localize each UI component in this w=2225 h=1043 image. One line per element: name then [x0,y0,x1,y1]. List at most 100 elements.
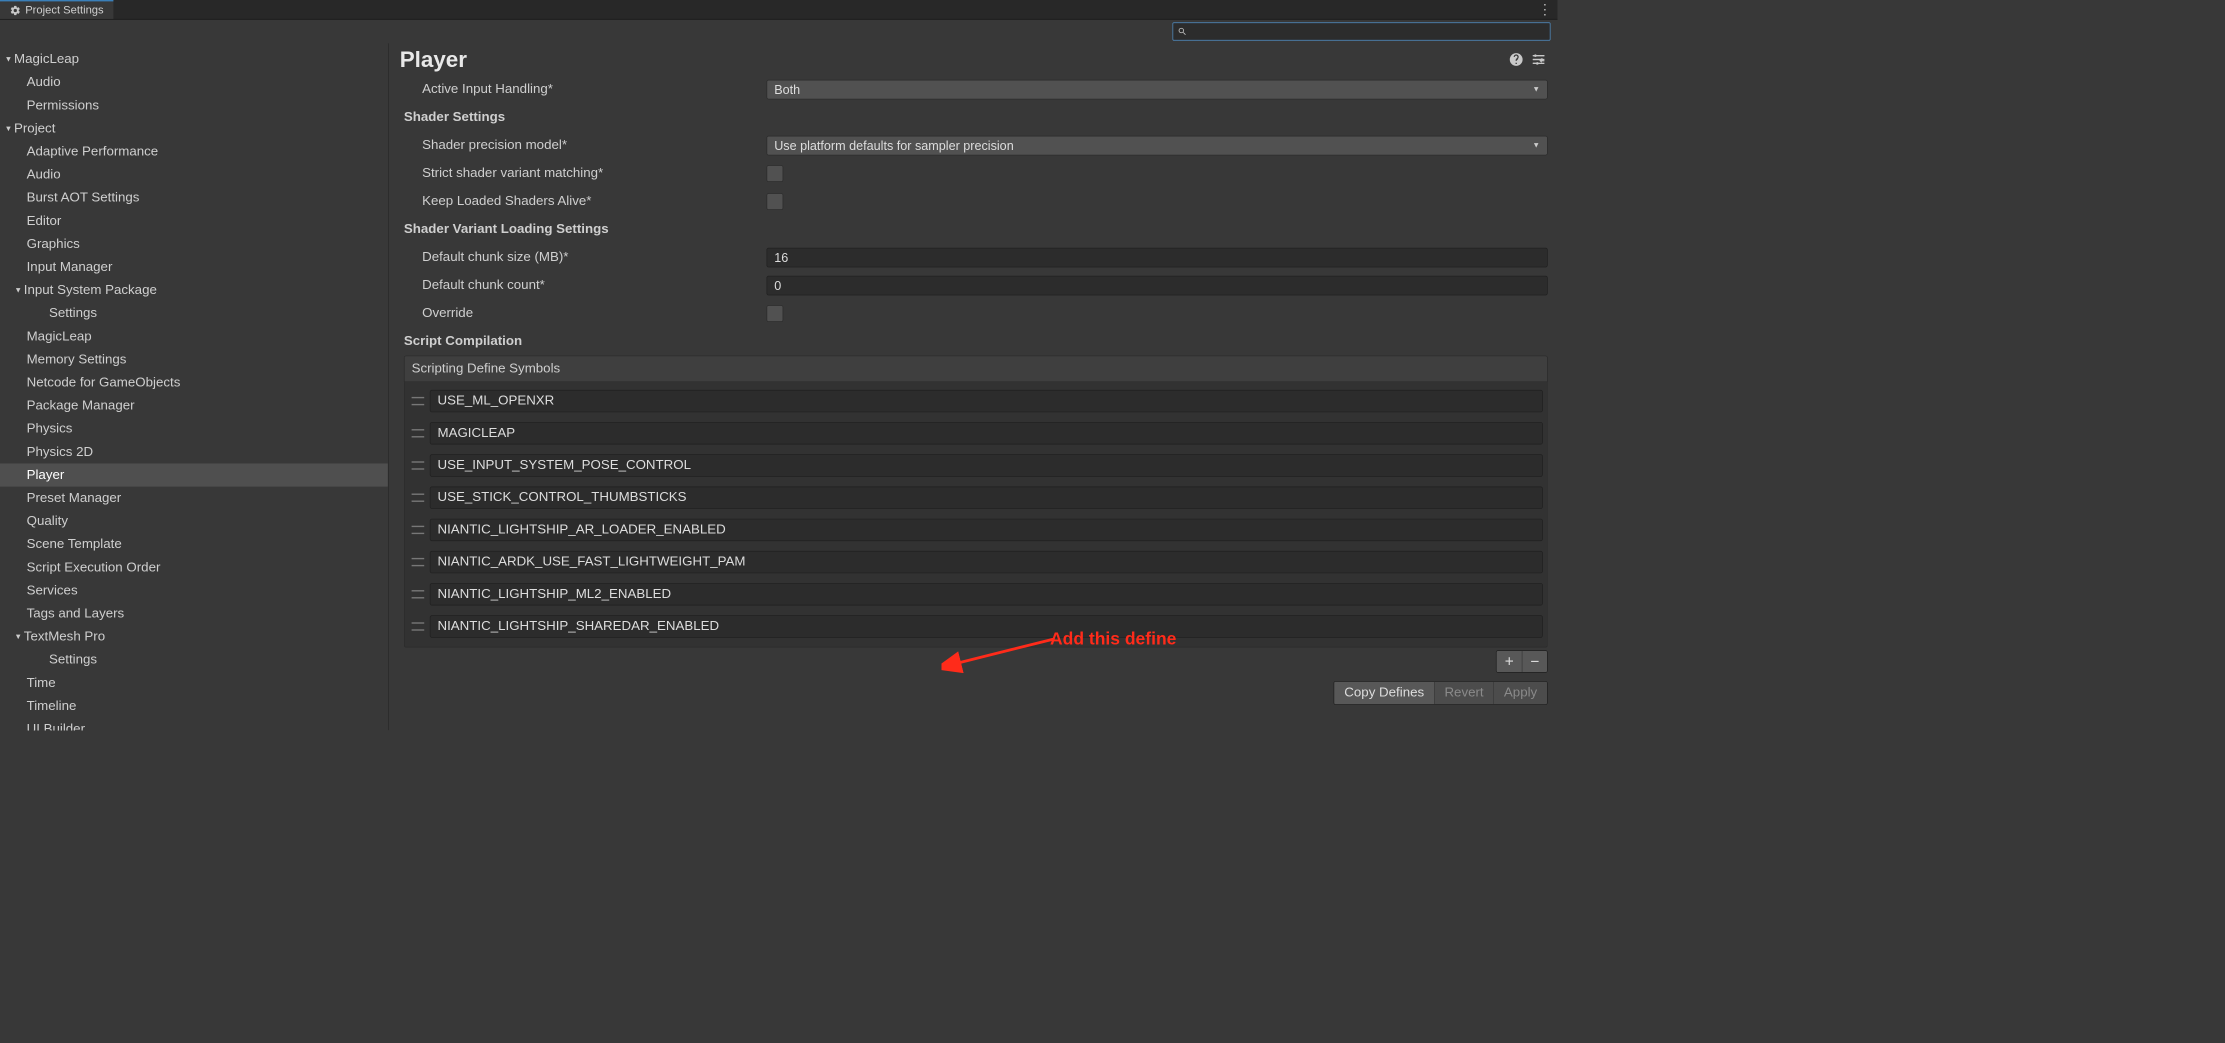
lbl-chunk-size: Default chunk size (MB)* [404,250,767,265]
sidebar-item-script-execution-order[interactable]: Script Execution Order [0,556,388,579]
sidebar-item-adaptive-performance[interactable]: Adaptive Performance [0,140,388,163]
lbl-shader-precision: Shader precision model* [404,138,767,153]
sidebar-item-player[interactable]: Player [0,463,388,486]
arrow-down-icon: ▼ [14,632,22,640]
overflow-menu-icon[interactable]: ⋮ [1532,0,1557,19]
sidebar-item-netcode-for-gameobjects[interactable]: Netcode for GameObjects [0,371,388,394]
sidebar-item-editor[interactable]: Editor [0,209,388,232]
revert-button[interactable]: Revert [1434,682,1493,704]
sidebar-item-physics[interactable]: Physics [0,417,388,440]
symbol-input[interactable]: NIANTIC_LIGHTSHIP_SHAREDAR_ENABLED [430,615,1543,637]
symbol-input[interactable]: USE_ML_OPENXR [430,390,1543,412]
sidebar-item-label: Memory Settings [27,352,127,367]
sidebar-item-label: Input Manager [27,259,113,274]
defines-button-group: Copy Defines Revert Apply [1334,681,1548,705]
scroll-area: Active Input Handling* Both▼ Shader Sett… [389,76,1558,731]
help-icon[interactable] [1509,52,1524,67]
copy-defines-button[interactable]: Copy Defines [1335,682,1434,704]
symbol-input[interactable]: NIANTIC_LIGHTSHIP_AR_LOADER_ENABLED [430,519,1543,541]
search-box[interactable] [1173,22,1551,40]
symbol-input[interactable]: USE_INPUT_SYSTEM_POSE_CONTROL [430,454,1543,476]
sidebar-item-tags-and-layers[interactable]: Tags and Layers [0,602,388,625]
drag-handle-icon[interactable] [412,461,425,469]
drag-handle-icon[interactable] [412,558,425,566]
sidebar-item-label: Permissions [27,98,99,113]
sidebar-item-project[interactable]: ▼Project [0,117,388,140]
sidebar-item-memory-settings[interactable]: Memory Settings [0,348,388,371]
symbol-input[interactable]: NIANTIC_ARDK_USE_FAST_LIGHTWEIGHT_PAM [430,551,1543,573]
sidebar-item-burst-aot-settings[interactable]: Burst AOT Settings [0,186,388,209]
sidebar-item-package-manager[interactable]: Package Manager [0,394,388,417]
symbol-row: USE_STICK_CONTROL_THUMBSTICKS [409,482,1543,514]
drag-handle-icon[interactable] [412,397,425,405]
sidebar-item-textmesh-pro[interactable]: ▼TextMesh Pro [0,625,388,648]
search-input[interactable] [1191,26,1545,37]
sidebar-item-timeline[interactable]: Timeline [0,694,388,717]
tab-project-settings[interactable]: Project Settings [0,0,113,19]
sidebar-item-graphics[interactable]: Graphics [0,232,388,255]
sidebar-item-label: TextMesh Pro [24,629,105,644]
sidebar-item-label: Tags and Layers [27,606,125,621]
sidebar-item-magicleap[interactable]: MagicLeap [0,325,388,348]
content: Player Active Input Handling* Both▼ Shad… [389,43,1558,730]
drag-handle-icon[interactable] [412,526,425,534]
dd-active-input-handling[interactable]: Both▼ [767,80,1548,100]
search-icon [1177,27,1187,37]
add-button[interactable]: + [1497,651,1522,672]
lbl-override: Override [404,306,767,321]
sidebar-item-input-system-package[interactable]: ▼Input System Package [0,279,388,302]
symbol-input[interactable]: NIANTIC_LIGHTSHIP_ML2_ENABLED [430,583,1543,605]
sidebar-item-label: Time [27,675,56,690]
arrow-down-icon: ▼ [14,286,22,294]
symbol-input[interactable]: USE_STICK_CONTROL_THUMBSTICKS [430,487,1543,509]
sidebar-item-settings[interactable]: Settings [0,302,388,325]
sidebar-item-label: Audio [27,75,61,90]
sidebar-item-label: Settings [49,306,97,321]
chk-strict-variant[interactable] [767,165,784,182]
sidebar-item-label: Netcode for GameObjects [27,375,181,390]
sidebar-item-preset-manager[interactable]: Preset Manager [0,487,388,510]
sidebar-item-scene-template[interactable]: Scene Template [0,533,388,556]
chevron-down-icon: ▼ [1532,141,1540,149]
sidebar-item-settings[interactable]: Settings [0,648,388,671]
symbol-row: NIANTIC_LIGHTSHIP_ML2_ENABLED [409,578,1543,610]
remove-button[interactable]: − [1522,651,1547,672]
sidebar-item-label: Graphics [27,236,80,251]
dd-shader-precision[interactable]: Use platform defaults for sampler precis… [767,136,1548,156]
drag-handle-icon[interactable] [412,622,425,630]
sidebar-item-physics-2d[interactable]: Physics 2D [0,440,388,463]
sidebar-item-permissions[interactable]: Permissions [0,94,388,117]
symbol-row: USE_ML_OPENXR [409,385,1543,417]
sidebar-item-label: Adaptive Performance [27,144,159,159]
sidebar-item-ui-builder[interactable]: UI Builder [0,718,388,731]
sidebar-item-services[interactable]: Services [0,579,388,602]
sidebar-item-label: Preset Manager [27,490,122,505]
drag-handle-icon[interactable] [412,590,425,598]
hdr-shader-settings: Shader Settings [404,110,767,125]
lbl-strict-variant: Strict shader variant matching* [404,166,767,181]
tab-label: Project Settings [25,4,103,17]
sidebar-item-label: Audio [27,167,61,182]
add-remove-group: + − [1496,650,1548,672]
drag-handle-icon[interactable] [412,429,425,437]
sidebar-item-audio[interactable]: Audio [0,163,388,186]
symbol-input[interactable]: MAGICLEAP [430,422,1543,444]
settings-sliders-icon[interactable] [1531,52,1546,67]
symbol-row: NIANTIC_LIGHTSHIP_SHAREDAR_ENABLED [409,610,1543,642]
apply-button[interactable]: Apply [1493,682,1547,704]
txt-chunk-size[interactable]: 16 [767,248,1548,268]
sidebar-item-quality[interactable]: Quality [0,510,388,533]
chk-override[interactable] [767,305,784,322]
sidebar-item-magicleap[interactable]: ▼MagicLeap [0,48,388,71]
sidebar-item-label: Player [27,467,65,482]
drag-handle-icon[interactable] [412,494,425,502]
sidebar-item-label: Project [14,121,55,136]
sidebar-item-audio[interactable]: Audio [0,71,388,94]
sidebar-item-time[interactable]: Time [0,671,388,694]
sidebar-item-label: Editor [27,213,62,228]
sidebar-item-label: Burst AOT Settings [27,190,140,205]
lbl-active-input-handling: Active Input Handling* [404,82,767,97]
txt-chunk-count[interactable]: 0 [767,276,1548,296]
sidebar-item-input-manager[interactable]: Input Manager [0,256,388,279]
chk-keep-loaded[interactable] [767,193,784,210]
